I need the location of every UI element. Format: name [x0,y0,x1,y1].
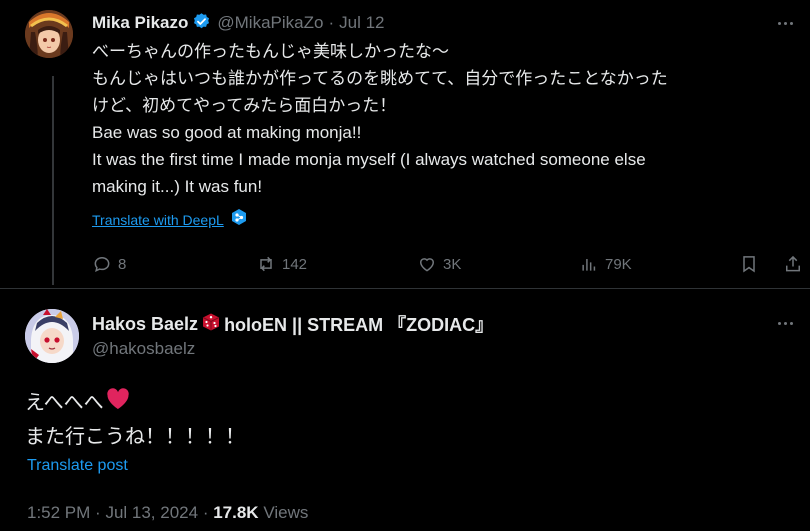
share-action[interactable] [783,252,803,276]
tweet-line: It was the first time I made monja mysel… [92,150,646,169]
dot-separator: · [328,13,335,32]
reply-author-name[interactable]: Hakos Baelz [92,314,198,335]
bookmark-icon [743,256,755,273]
post-time[interactable]: 1:52 PM [27,503,90,522]
thread-connector [52,76,54,285]
tweet-line: べーちゃんの作ったもんじゃ美味しかったな〜 [92,42,449,61]
red-heart-icon [106,388,130,421]
heart-outline-icon [419,258,435,272]
reply-count: 8 [118,255,127,273]
tweet-header: Mika Pikazo @MikaPikaZo · Jul 12 [92,11,384,35]
reply-line: えへへへ [25,385,245,421]
repost-icon [260,256,272,272]
translate-post-link[interactable]: Translate post [27,457,128,475]
post-views-label: Views [263,503,309,522]
bookmark-action[interactable] [739,252,759,276]
reply-line-text: えへへへ [25,391,104,414]
tweet-body: べーちゃんの作ったもんじゃ美味しかったな〜 もんじゃはいつも誰かが作ってるのを眺… [92,38,668,200]
share-icon [786,255,800,272]
author-handle[interactable]: @MikaPikaZo [217,13,323,33]
verified-badge-icon [192,12,211,36]
reply-line: また行こうね！！！！！ [25,426,245,448]
translate-deepl[interactable]: Translate with DeepL [92,208,248,231]
repost-action[interactable]: 142 [256,252,307,276]
reply-icon [94,256,110,273]
reply-action[interactable]: 8 [92,252,126,276]
reply-author-suffix[interactable]: holoEN || STREAM 『ZODIAC』 [224,311,493,337]
post-meta: 1:52 PM · Jul 13, 2024 · 17.8K Views [27,503,309,522]
views-action[interactable]: 79K [579,252,632,276]
translate-deepl-link[interactable]: Translate with DeepL [92,212,224,228]
like-action[interactable]: 3K [417,252,461,276]
views-count: 79K [605,255,632,273]
analytics-icon [582,259,596,271]
more-options-icon[interactable] [778,22,793,25]
deepl-icon [230,208,248,231]
dice-icon [201,312,221,337]
divider [0,288,810,289]
tweet-line: けど、初めてやってみたら面白かった！ [92,96,397,115]
author-name[interactable]: Mika Pikazo [92,13,188,33]
reply-body: えへへへ また行こうね！！！！！ [25,385,245,454]
tweet-line: Bae was so good at making monja!! [92,123,362,142]
more-options-icon[interactable] [778,322,793,325]
repost-count: 142 [282,255,308,273]
tweet-date[interactable]: Jul 12 [339,13,384,33]
reply-header: Hakos Baelz holoEN || STREAM 『ZODIAC』 [92,311,493,337]
post-date[interactable]: Jul 13, 2024 [105,503,198,522]
tweet-line: もんじゃはいつも誰かが作ってるのを眺めてて、自分で作ったことなかった [92,69,668,88]
post-views-count: 17.8K [213,503,259,522]
like-count: 3K [443,255,462,273]
reply-handle[interactable]: @hakosbaelz [92,339,195,359]
hakos-avatar[interactable] [25,309,79,363]
tweet-line: making it...) It was fun! [92,177,263,196]
mika-avatar[interactable] [25,10,73,58]
